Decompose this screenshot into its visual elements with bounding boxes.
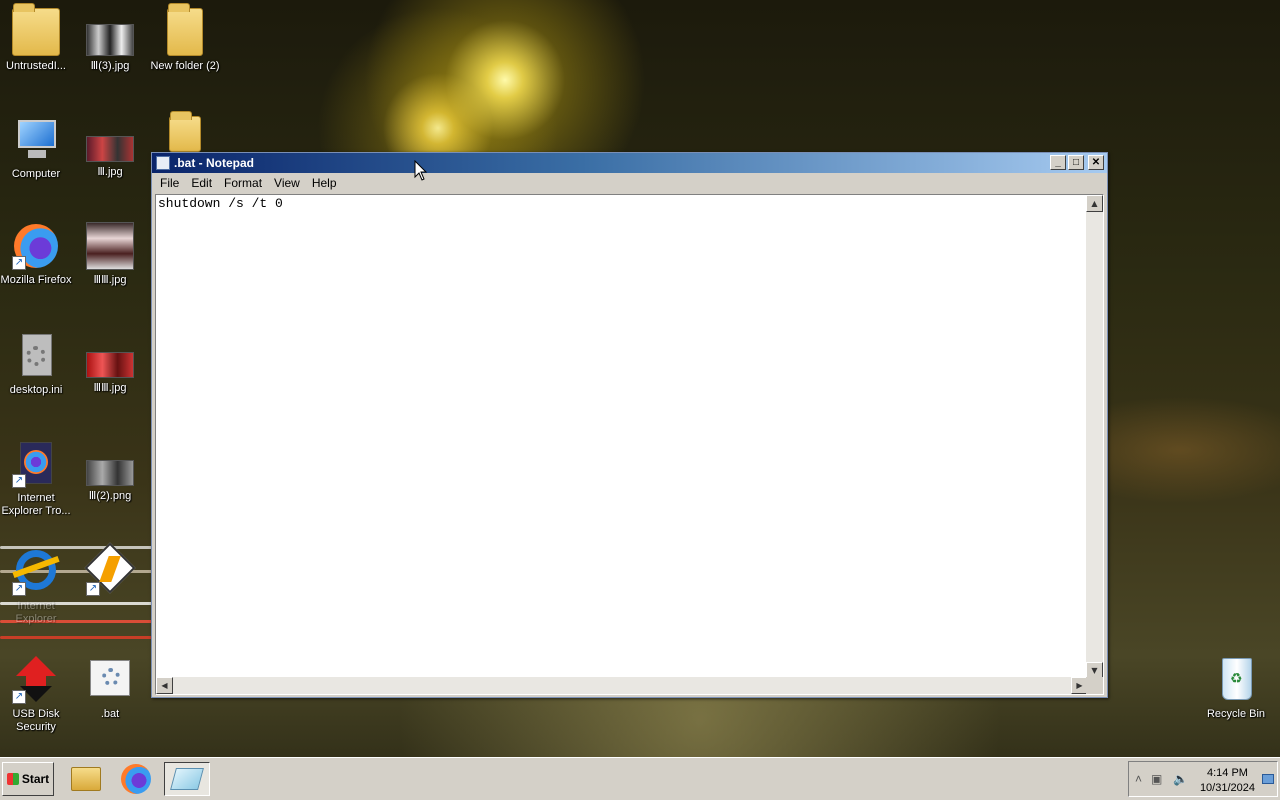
shortcut-arrow-icon: ↗ xyxy=(12,690,26,704)
vertical-scrollbar[interactable]: ▲ ▼ xyxy=(1086,195,1103,679)
maximize-button[interactable]: □ xyxy=(1068,155,1084,170)
scroll-left-button[interactable]: ◀ xyxy=(156,677,173,694)
computer-icon xyxy=(12,116,60,164)
desktop-icon-internet-explorer[interactable]: ↗ Internet Explorer xyxy=(0,548,74,626)
notepad-menubar: File Edit Format View Help xyxy=(152,173,1107,192)
window-title: .bat - Notepad xyxy=(174,156,254,170)
mouse-cursor-icon xyxy=(414,159,428,185)
taskbar-firefox-button[interactable] xyxy=(116,762,156,796)
network-icon[interactable]: ▣ xyxy=(1151,772,1162,786)
folder-icon xyxy=(167,3,203,56)
firefox-icon: ↗ xyxy=(12,222,60,270)
recycle-bin-icon: ♻ xyxy=(1212,656,1260,704)
shortcut-arrow-icon: ↗ xyxy=(12,256,26,270)
notepad-window[interactable]: .bat - Notepad _ □ ✕ File Edit Format Vi… xyxy=(151,152,1108,698)
desktop-icon-winamp[interactable]: ↗ xyxy=(72,542,148,600)
menu-file[interactable]: File xyxy=(154,176,185,190)
batch-file-icon xyxy=(86,656,134,704)
clock-time: 4:14 PM xyxy=(1206,767,1248,779)
clock-date: 10/31/2024 xyxy=(1199,782,1255,794)
desktop-icon-folder-partial[interactable] xyxy=(147,111,223,156)
firefox-icon xyxy=(121,764,151,794)
desktop-icon-image-png[interactable]: Ⅲ(2).png xyxy=(72,440,148,503)
windows-flag-icon xyxy=(6,773,19,785)
desktop-icon-computer[interactable]: Computer xyxy=(0,116,74,181)
desktop-icon-recycle-bin[interactable]: ♻ Recycle Bin xyxy=(1198,656,1274,721)
desktop-icon-new-folder-2[interactable]: New folder (2) xyxy=(147,3,223,73)
image-icon xyxy=(86,352,134,378)
desktop-icon-bat-file[interactable]: .bat xyxy=(72,656,148,721)
settings-file-icon xyxy=(12,332,60,380)
desktop-icon-internet-explorer-trojan[interactable]: ↗ Internet Explorer Tro... xyxy=(0,440,74,518)
shortcut-arrow-icon: ↗ xyxy=(12,474,26,488)
show-desktop-button[interactable] xyxy=(1262,774,1274,784)
taskbar-notepad-button[interactable] xyxy=(164,762,210,796)
image-icon xyxy=(86,222,134,270)
menu-edit[interactable]: Edit xyxy=(185,176,218,190)
shortcut-arrow-icon: ↗ xyxy=(86,582,100,596)
desktop-icon-mozilla-firefox[interactable]: ↗ Mozilla Firefox xyxy=(0,222,74,287)
scroll-up-button[interactable]: ▲ xyxy=(1086,195,1103,212)
ie-icon: ↗ xyxy=(12,548,60,596)
start-button[interactable]: Start xyxy=(2,762,54,796)
desktop-icon-usb-disk-security[interactable]: ↗ USB Disk Security xyxy=(0,656,74,734)
winamp-icon: ↗ xyxy=(84,542,136,596)
shortcut-arrow-icon: ↗ xyxy=(12,582,26,596)
notepad-titlebar[interactable]: .bat - Notepad _ □ ✕ xyxy=(152,153,1107,173)
menu-help[interactable]: Help xyxy=(306,176,343,190)
desktop-icon-image-4[interactable]: ⅢⅢ.jpg xyxy=(72,332,148,395)
start-label: Start xyxy=(21,772,50,786)
window-controls: _ □ ✕ xyxy=(1050,155,1104,170)
desktop-icon-image[interactable]: Ⅲ.jpg xyxy=(72,116,148,179)
minimize-button[interactable]: _ xyxy=(1050,155,1066,170)
folder-user-icon xyxy=(12,3,60,56)
notepad-icon xyxy=(170,768,204,790)
close-button[interactable]: ✕ xyxy=(1088,155,1104,170)
image-icon xyxy=(86,136,134,162)
menu-format[interactable]: Format xyxy=(218,176,268,190)
taskbar-explorer-button[interactable] xyxy=(66,762,106,796)
menu-view[interactable]: View xyxy=(268,176,306,190)
horizontal-scrollbar[interactable]: ◀ ▶ xyxy=(156,677,1088,694)
notepad-content[interactable]: shutdown /s /t 0 xyxy=(158,196,283,211)
show-hidden-icons-chevron-icon[interactable]: ˄ xyxy=(1135,772,1142,786)
usb-security-icon: ↗ xyxy=(12,656,60,704)
desktop-icon-desktop-ini[interactable]: desktop.ini xyxy=(0,332,74,397)
folder-icon xyxy=(169,111,201,152)
image-icon xyxy=(86,460,134,486)
image-icon xyxy=(86,24,134,56)
resize-grip[interactable] xyxy=(1086,677,1103,694)
taskbar: Start ˄ ▣ 🔈 4:14 PM 10/31/2024 xyxy=(0,757,1280,800)
explorer-icon xyxy=(71,767,101,791)
desktop-icon-image-3[interactable]: Ⅲ(3).jpg xyxy=(72,8,148,73)
notepad-text-area[interactable]: shutdown /s /t 0 ▲ ▼ ◀ ▶ xyxy=(155,194,1104,695)
desktop-icon-image-2[interactable]: ⅢⅢ.jpg xyxy=(72,222,148,287)
desktop-icon-untrusted-folder[interactable]: UntrustedI... xyxy=(0,3,74,73)
clock[interactable]: 4:14 PM 10/31/2024 xyxy=(1200,766,1255,796)
system-tray: ˄ ▣ 🔈 4:14 PM 10/31/2024 xyxy=(1128,761,1278,797)
firefox-icon: ↗ xyxy=(12,440,60,488)
notepad-app-icon xyxy=(156,156,170,170)
volume-icon[interactable]: 🔈 xyxy=(1173,772,1188,786)
